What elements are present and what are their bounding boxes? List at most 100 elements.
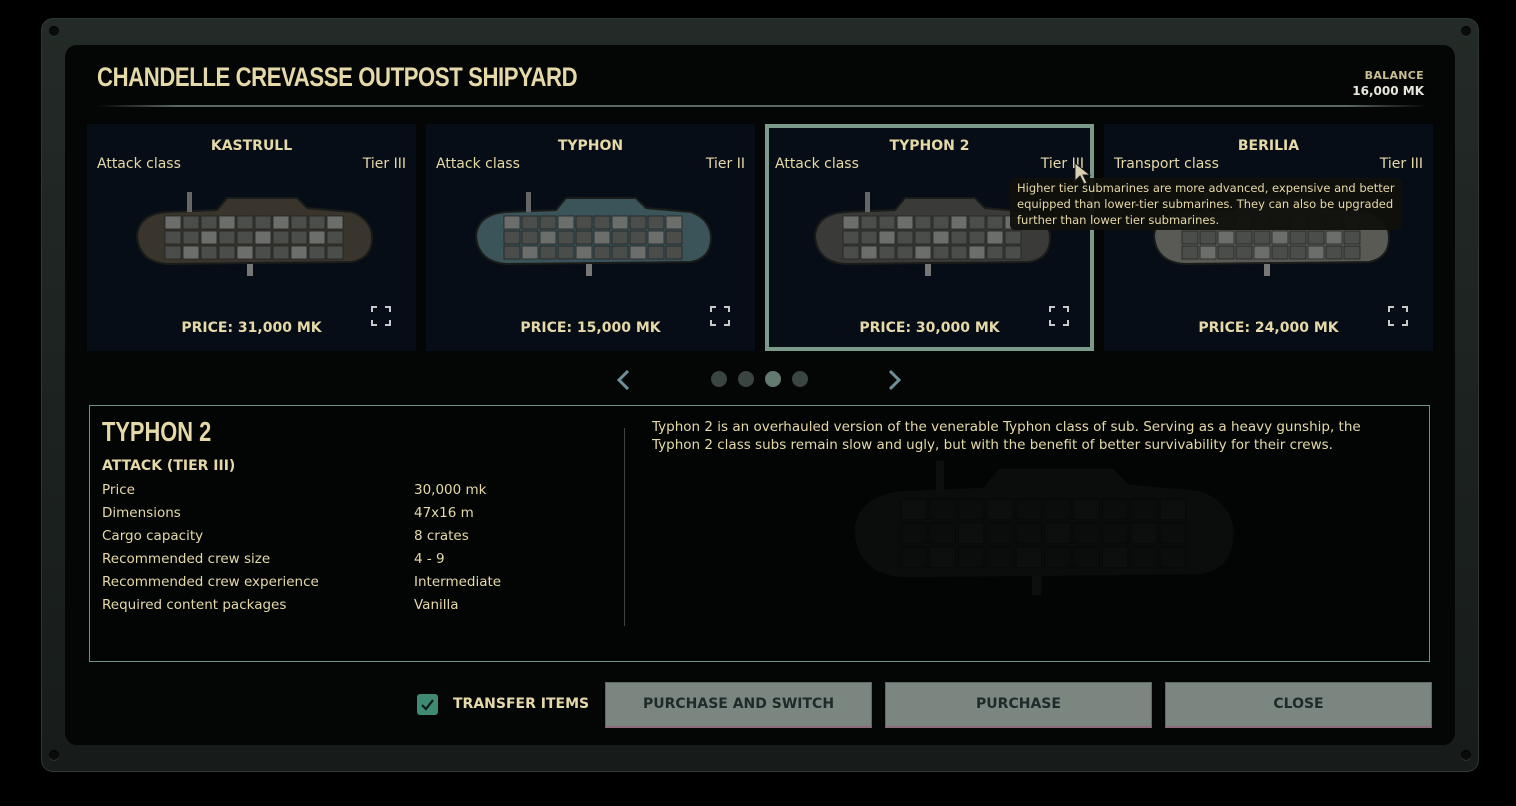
submarine-room: [900, 546, 928, 569]
sub-card-kastrull[interactable]: KASTRULL Attack class Tier III PRICE: 31…: [87, 124, 416, 351]
tier-tooltip: Higher tier submarines are more advanced…: [1010, 178, 1402, 230]
submarine-room: [557, 215, 575, 230]
submarine-room: [593, 215, 611, 230]
sub-card-typhon-2[interactable]: TYPHON 2 Attack class Tier III PRICE: 30…: [765, 124, 1094, 351]
submarine-room: [1101, 546, 1129, 569]
submarine-turret: [1264, 264, 1270, 276]
submarine-mast: [187, 192, 192, 212]
submarine-room: [1159, 522, 1187, 545]
close-button[interactable]: CLOSE: [1165, 682, 1432, 728]
submarine-mast: [526, 192, 531, 212]
balance: BALANCE 16,000 MK: [1352, 69, 1424, 98]
purchase-button[interactable]: PURCHASE: [885, 682, 1152, 728]
spec-value: 30,000 mk: [414, 482, 487, 498]
transfer-items-checkbox[interactable]: [417, 694, 438, 715]
purchase-and-switch-button[interactable]: PURCHASE AND SWITCH: [605, 682, 872, 728]
submarine-room: [254, 230, 272, 245]
submarine-room: [1199, 245, 1217, 260]
submarine-room: [521, 215, 539, 230]
submarine-room: [1253, 245, 1271, 260]
submarine-room: [950, 245, 968, 260]
submarine-room: [1044, 522, 1072, 545]
submarine-mast: [865, 192, 870, 212]
submarine-room: [200, 215, 218, 230]
submarine-room: [932, 215, 950, 230]
submarine-room: [308, 230, 326, 245]
submarine-room: [557, 245, 575, 260]
submarine-room: [272, 215, 290, 230]
submarine-room: [1044, 546, 1072, 569]
page-dot[interactable]: [765, 371, 781, 387]
submarine-room: [957, 546, 985, 569]
sub-card-tier[interactable]: Tier III: [363, 156, 406, 172]
submarine-room: [928, 546, 956, 569]
submarine-room: [1181, 245, 1199, 260]
submarine-room: [968, 230, 986, 245]
screw-icon: [1461, 26, 1471, 36]
sub-card-name: BERILIA: [1237, 138, 1300, 154]
submarine-turret: [925, 264, 931, 276]
submarine-room: [842, 245, 860, 260]
submarine-room: [647, 215, 665, 230]
submarine-room: [272, 230, 290, 245]
submarine-room: [1271, 230, 1289, 245]
sub-card-price: PRICE: 31,000 MK: [181, 320, 322, 336]
submarine-room: [928, 522, 956, 545]
submarine-room: [272, 245, 290, 260]
submarine-room: [326, 215, 344, 230]
submarine-room: [986, 245, 1004, 260]
submarine-room: [1217, 230, 1235, 245]
sub-card-price: PRICE: 15,000 MK: [520, 320, 661, 336]
chevron-right-icon[interactable]: [884, 368, 904, 392]
submarine-room: [932, 230, 950, 245]
submarine-room: [665, 215, 683, 230]
submarine-room: [986, 546, 1014, 569]
chevron-left-icon[interactable]: [614, 368, 634, 392]
submarine-room: [539, 245, 557, 260]
submarine-room: [842, 215, 860, 230]
submarine-room: [968, 245, 986, 260]
sub-card-tier[interactable]: Tier III: [1380, 156, 1423, 172]
submarine-room: [860, 215, 878, 230]
submarine-room: [1217, 245, 1235, 260]
submarine-room: [968, 215, 986, 230]
details-divider: [624, 428, 625, 626]
submarine-room: [1325, 245, 1343, 260]
sub-card-tier[interactable]: Tier II: [706, 156, 745, 172]
sub-card-berilia[interactable]: BERILIA Transport class Tier III PRICE: …: [1104, 124, 1433, 351]
sub-card-typhon[interactable]: TYPHON Attack class Tier II PRICE: 15,00…: [426, 124, 755, 351]
page-dot[interactable]: [738, 371, 754, 387]
submarine-room: [539, 230, 557, 245]
submarine-details-panel: TYPHON 2 ATTACK (TIER III) Price 30,000 …: [89, 405, 1430, 662]
submarine-room: [1159, 546, 1187, 569]
submarine-room: [665, 245, 683, 260]
submarine-room: [950, 215, 968, 230]
submarine-room: [254, 245, 272, 260]
submarine-room: [950, 230, 968, 245]
submarine-room: [1159, 498, 1187, 521]
submarine-room: [218, 245, 236, 260]
submarine-room: [1015, 522, 1043, 545]
submarine-blueprint-image: [854, 460, 1234, 595]
submarine-room: [503, 245, 521, 260]
submarine-room: [957, 522, 985, 545]
page-dot[interactable]: [792, 371, 808, 387]
spec-label: Recommended crew size: [102, 551, 271, 567]
submarine-room: [1101, 498, 1129, 521]
submarine-room: [878, 245, 896, 260]
page-dot[interactable]: [711, 371, 727, 387]
sub-card-name: KASTRULL: [210, 138, 293, 154]
sub-card-class: Transport class: [1114, 156, 1219, 172]
submarine-room: [593, 245, 611, 260]
submarine-room: [896, 245, 914, 260]
submarine-room: [1015, 546, 1043, 569]
spec-label: Dimensions: [102, 505, 181, 521]
submarine-room: [986, 215, 1004, 230]
submarine-room: [1325, 230, 1343, 245]
submarine-room: [1072, 522, 1100, 545]
submarine-room: [326, 230, 344, 245]
carousel-pager: [612, 366, 912, 394]
submarine-room: [1199, 230, 1217, 245]
spec-value: Vanilla: [414, 597, 459, 613]
submarine-room: [1289, 230, 1307, 245]
